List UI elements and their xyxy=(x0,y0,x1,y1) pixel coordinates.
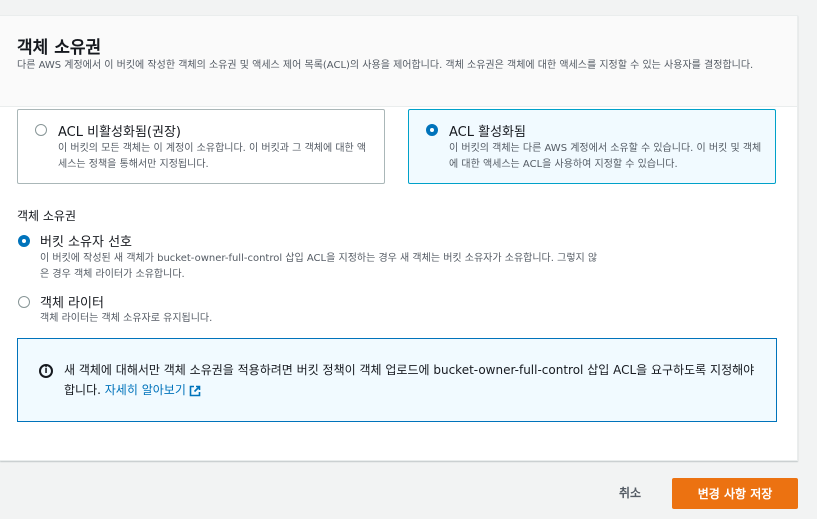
info-alert: i 새 객체에 대해서만 객체 소유권을 적용하려면 버킷 정책이 객체 업로드… xyxy=(17,338,777,422)
object-writer-radio[interactable] xyxy=(18,296,30,308)
acl-enabled-radio[interactable] xyxy=(426,124,438,136)
learn-more-link[interactable]: 자세히 알아보기 xyxy=(105,383,201,397)
acl-disabled-tile[interactable]: ACL 비활성화됨(권장) 이 버킷의 모든 객체는 이 계정이 소유합니다. … xyxy=(17,109,385,184)
info-icon: i xyxy=(39,364,53,378)
bucket-owner-preferred-label: 버킷 소유자 선호 xyxy=(40,235,132,250)
acl-disabled-label: ACL 비활성화됨(권장) xyxy=(58,125,181,140)
acl-enabled-description: 이 버킷의 객체는 다른 AWS 계정에서 소유할 수 있습니다. 이 버킷 및… xyxy=(449,143,762,170)
acl-disabled-description: 이 버킷의 모든 객체는 이 계정이 소유합니다. 이 버킷과 그 객체에 대한… xyxy=(58,143,367,170)
bucket-owner-preferred-radio[interactable] xyxy=(18,235,30,247)
external-link-icon xyxy=(189,385,201,396)
acl-enabled-label: ACL 활성화됨 xyxy=(449,125,526,140)
info-text: 새 객체에 대해서만 객체 소유권을 적용하려면 버킷 정책이 객체 업로드에 … xyxy=(64,360,764,400)
acl-enabled-tile[interactable]: ACL 활성화됨 이 버킷의 객체는 다른 AWS 계정에서 소유할 수 있습니… xyxy=(408,109,776,184)
object-writer-label: 객체 라이터 xyxy=(40,296,104,311)
bucket-owner-preferred-description: 이 버킷에 작성된 새 객체가 bucket-owner-full-contro… xyxy=(40,253,598,280)
object-ownership-label: 객체 소유권 xyxy=(17,209,77,223)
object-writer-description: 객체 라이터는 객체 소유자로 유지됩니다. xyxy=(40,313,213,324)
panel-header: 객체 소유권 다른 AWS 계정에서 이 버킷에 작성한 객체의 소유권 및 액… xyxy=(0,16,797,107)
acl-disabled-radio[interactable] xyxy=(35,124,47,136)
panel-description: 다른 AWS 계정에서 이 버킷에 작성한 객체의 소유권 및 액세스 제어 목… xyxy=(17,60,754,71)
cancel-button[interactable]: 취소 xyxy=(600,476,660,508)
save-changes-button[interactable]: 변경 사항 저장 xyxy=(672,478,798,509)
panel-title: 객체 소유권 xyxy=(17,38,102,58)
